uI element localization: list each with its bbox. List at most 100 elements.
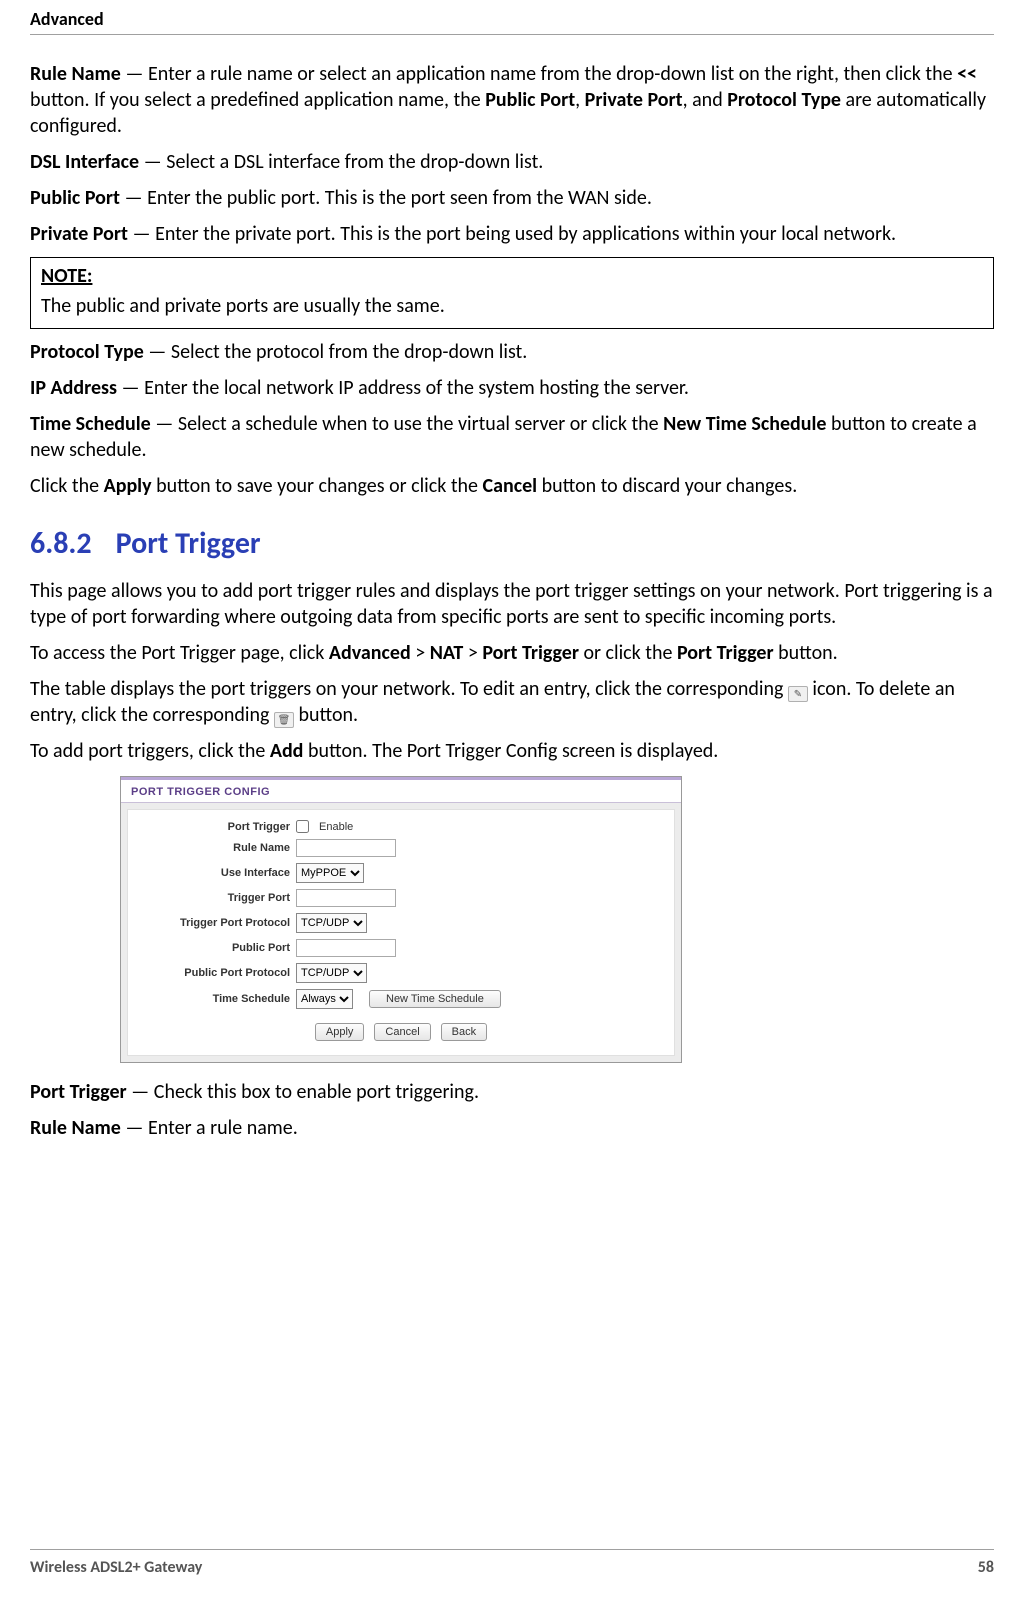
button-row: Apply Cancel Back (140, 1015, 662, 1043)
trigger-access: To access the Port Trigger page, click A… (30, 640, 994, 666)
trigger-intro: This page allows you to add port trigger… (30, 578, 994, 630)
content-area: Rule Name — Enter a rule name or select … (30, 61, 994, 1549)
row-trigger-proto: Trigger Port Protocol TCP/UDP (140, 913, 662, 933)
label: Public Port Protocol (140, 967, 290, 979)
use-interface-select[interactable]: MyPPOE (296, 863, 364, 883)
label: Trigger Port (140, 892, 290, 904)
row-rule-name: Rule Name (140, 839, 662, 857)
bold-2: Cancel (483, 474, 538, 498)
text: — Select a schedule when to use the virt… (151, 412, 663, 436)
label: Public Port (30, 186, 120, 210)
row-use-interface: Use Interface MyPPOE (140, 863, 662, 883)
apply-button[interactable]: Apply (315, 1023, 365, 1041)
section-heading: 6.8.2 Port Trigger (30, 525, 994, 562)
label: IP Address (30, 376, 117, 400)
text: button. (774, 641, 838, 665)
enable-checkbox[interactable] (296, 820, 309, 833)
back-button[interactable]: Back (441, 1023, 487, 1041)
text: button to save your changes or click the (152, 474, 483, 498)
text: — Enter a rule name. (121, 1116, 298, 1140)
def2-port-trigger: Port Trigger — Check this box to enable … (30, 1079, 994, 1105)
label: Port Trigger (30, 1080, 127, 1104)
new-time-schedule-button[interactable]: New Time Schedule (369, 990, 501, 1008)
label: Rule Name (30, 1116, 121, 1140)
def-time-schedule: Time Schedule — Select a schedule when t… (30, 411, 994, 463)
text: button. (294, 703, 358, 727)
text: — Check this box to enable port triggeri… (127, 1080, 479, 1104)
panel-body: Port Trigger Enable Rule Name Use Interf… (127, 809, 675, 1056)
page-footer: Wireless ADSL2+ Gateway 58 (30, 1549, 994, 1577)
checkbox-label: Enable (319, 821, 353, 833)
label: Time Schedule (140, 993, 290, 1005)
section-title: Port Trigger (116, 525, 261, 562)
row-public-proto: Public Port Protocol TCP/UDP (140, 963, 662, 983)
page-header: Advanced (30, 8, 994, 35)
text: — Enter a rule name or select an applica… (121, 62, 957, 86)
label: Rule Name (140, 842, 290, 854)
label: Use Interface (140, 867, 290, 879)
note-label: NOTE: (41, 264, 983, 288)
port-trigger-config-panel: PORT TRIGGER CONFIG Port Trigger Enable … (120, 776, 682, 1063)
bold-add: Add (270, 739, 304, 763)
trigger-proto-select[interactable]: TCP/UDP (296, 913, 367, 933)
text: — Enter the private port. This is the po… (128, 222, 896, 246)
label: Time Schedule (30, 412, 151, 436)
def-private-port: Private Port — Enter the private port. T… (30, 221, 994, 247)
section-number: 6.8.2 (30, 525, 92, 562)
text: button. The Port Trigger Config screen i… (303, 739, 718, 763)
time-schedule-select[interactable]: Always (296, 989, 353, 1009)
footer-page: 58 (978, 1558, 994, 1577)
bold-2: Private Port (585, 88, 683, 112)
label: Port Trigger (140, 821, 290, 833)
text: Click the (30, 474, 104, 498)
def-protocol-type: Protocol Type — Select the protocol from… (30, 339, 994, 365)
crumb-4: Port Trigger (677, 641, 774, 665)
text: — Enter the local network IP address of … (117, 376, 689, 400)
sep: , (575, 88, 585, 112)
row-port-trigger: Port Trigger Enable (140, 820, 662, 833)
def2-rule-name: Rule Name — Enter a rule name. (30, 1115, 994, 1141)
cancel-button[interactable]: Cancel (374, 1023, 430, 1041)
public-port-input[interactable] (296, 939, 396, 957)
label: Public Port (140, 942, 290, 954)
note-box: NOTE: The public and private ports are u… (30, 257, 994, 329)
trigger-port-input[interactable] (296, 889, 396, 907)
text: To add port triggers, click the (30, 739, 270, 763)
trigger-add: To add port triggers, click the Add butt… (30, 738, 994, 764)
bold-3: Protocol Type (727, 88, 841, 112)
sep: , and (683, 88, 728, 112)
label: Trigger Port Protocol (140, 917, 290, 929)
note-text: The public and private ports are usually… (41, 294, 983, 318)
row-time-schedule: Time Schedule Always New Time Schedule (140, 989, 662, 1009)
public-proto-select[interactable]: TCP/UDP (296, 963, 367, 983)
def-apply-cancel: Click the Apply button to save your chan… (30, 473, 994, 499)
bold-1: Public Port (485, 88, 575, 112)
row-public-port: Public Port (140, 939, 662, 957)
bold-1: New Time Schedule (663, 412, 826, 436)
crumb-1: Advanced (329, 641, 411, 665)
def-rule-name: Rule Name — Enter a rule name or select … (30, 61, 994, 139)
footer-product: Wireless ADSL2+ Gateway (30, 1558, 202, 1577)
text: button to discard your changes. (537, 474, 797, 498)
def-ip-address: IP Address — Enter the local network IP … (30, 375, 994, 401)
text: The table displays the port triggers on … (30, 677, 788, 701)
bold-1: Apply (104, 474, 152, 498)
trigger-table: The table displays the port triggers on … (30, 676, 994, 728)
def-dsl-interface: DSL Interface — Select a DSL interface f… (30, 149, 994, 175)
text: — Select the protocol from the drop-down… (144, 340, 528, 364)
panel-title: PORT TRIGGER CONFIG (121, 777, 681, 803)
sep: > (411, 641, 430, 665)
text: — Enter the public port. This is the por… (120, 186, 652, 210)
label: Protocol Type (30, 340, 144, 364)
rule-name-input[interactable] (296, 839, 396, 857)
text: To access the Port Trigger page, click (30, 641, 329, 665)
sep: > (463, 641, 482, 665)
crumb-3: Port Trigger (482, 641, 579, 665)
row-trigger-port: Trigger Port (140, 889, 662, 907)
def-public-port: Public Port — Enter the public port. Thi… (30, 185, 994, 211)
delete-icon: 🗑 (274, 712, 294, 728)
text: or click the (579, 641, 677, 665)
label: Private Port (30, 222, 128, 246)
text: — Select a DSL interface from the drop-d… (139, 150, 543, 174)
crumb-2: NAT (430, 641, 464, 665)
